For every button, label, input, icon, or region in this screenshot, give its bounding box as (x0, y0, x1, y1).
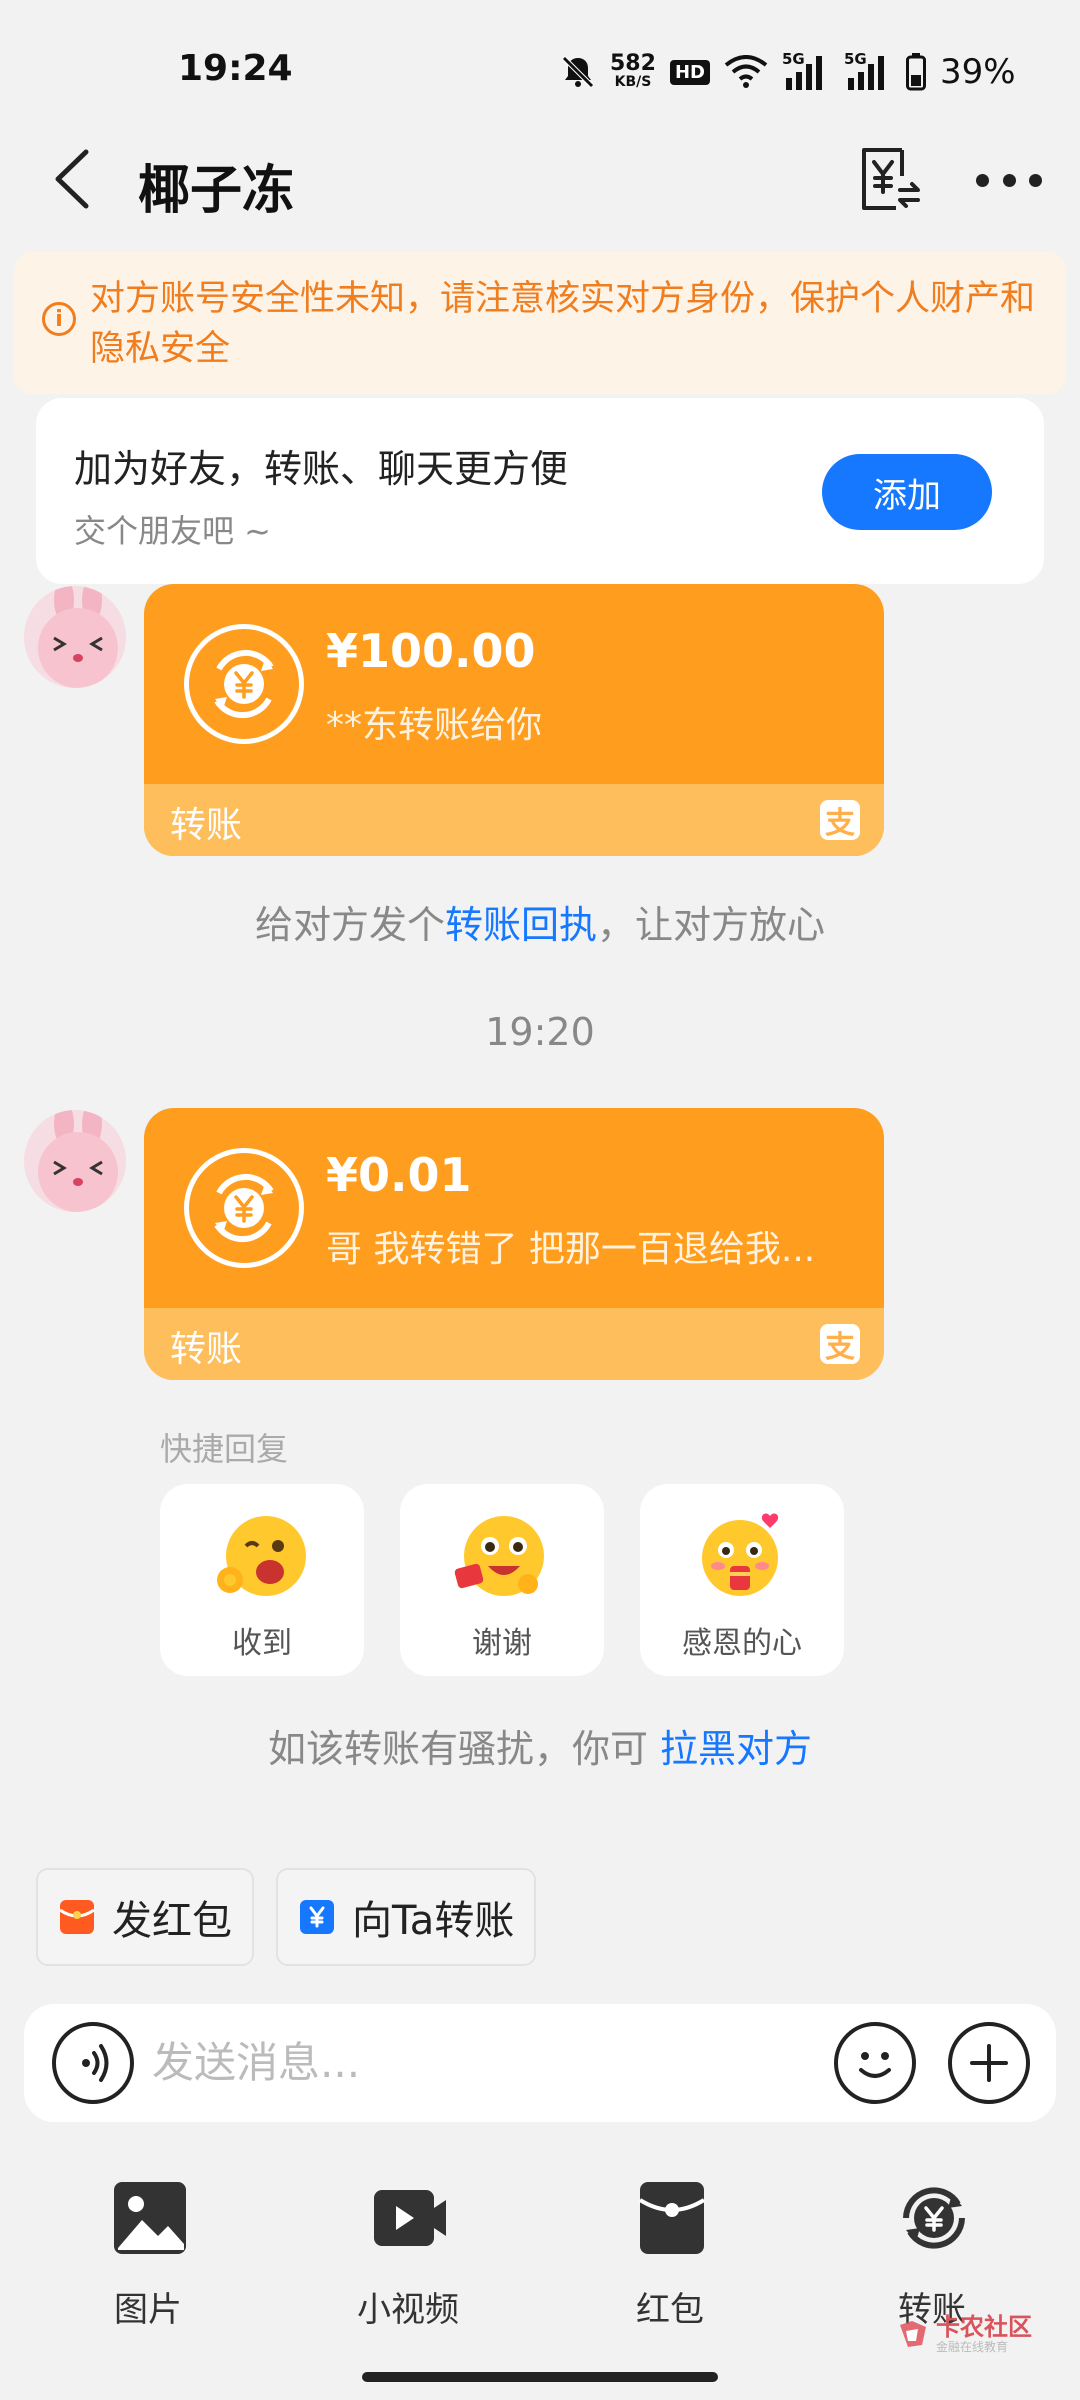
watermark-subtitle: 金融在线教育 (936, 2340, 1009, 2354)
info-icon: i (42, 302, 76, 336)
block-user-link[interactable]: 拉黑对方 (660, 1727, 812, 1771)
quick-reply-grateful[interactable]: 感恩的心 (640, 1484, 844, 1676)
back-button[interactable] (48, 146, 98, 212)
community-watermark: 卡农社区 金融在线教育 (896, 2306, 1076, 2362)
chevron-left-icon (55, 149, 89, 209)
transfer-note: 哥 我转错了 把那一百退给我... (326, 1229, 816, 1270)
quick-reply-thanks[interactable]: 谢谢 (400, 1484, 604, 1676)
block-tip-text: 如该转账有骚扰，你可 (267, 1727, 661, 1771)
signal-1-label: 5G (781, 50, 805, 68)
grateful-emoji-icon (702, 1513, 779, 1596)
more-dot-icon (1002, 173, 1016, 187)
red-packet-icon (638, 2182, 706, 2254)
receipt-tip: 给对方发个转账回执，让对方放心 (0, 894, 1080, 949)
transfer-icon (903, 2187, 965, 2249)
bunny-avatar-icon (24, 1110, 126, 1212)
watermark-title: 卡农社区 (936, 2313, 1032, 2341)
image-icon (114, 2182, 186, 2254)
receipt-link[interactable]: 转账回执 (445, 903, 597, 947)
smiley-icon (859, 2052, 891, 2078)
quick-reply-label: 谢谢 (472, 1626, 532, 1661)
video-icon (374, 2190, 446, 2246)
transfer-coin-icon (184, 1148, 304, 1268)
receipt-tip-text: 给对方发个 (254, 903, 445, 947)
tool-label: 红包 (636, 2290, 704, 2330)
chip-label: 向Ta转账 (352, 1898, 515, 1944)
yuan-transfer-icon (862, 148, 920, 210)
chip-label: 发红包 (112, 1898, 232, 1944)
mute-icon (560, 54, 596, 90)
transfer-message-bubble[interactable]: ¥100.00 **东转账给你 转账 支 (144, 584, 884, 856)
send-red-packet-chip[interactable]: 发红包 (36, 1868, 254, 1966)
transfer-label: 转账 (170, 1329, 243, 1370)
signal-icon-2: 5G (843, 50, 892, 92)
quick-reply-label: 感恩的心 (682, 1626, 802, 1661)
page-title: 椰子冻 (138, 161, 295, 221)
red-packet-icon (59, 1900, 95, 1934)
transfer-to-user-chip[interactable]: 向Ta转账 (276, 1868, 537, 1966)
net-speed-unit: KB/S (614, 74, 652, 90)
add-friend-subtitle: 交个朋友吧 ~ (74, 512, 271, 550)
transfer-message-bubble[interactable]: ¥0.01 哥 我转错了 把那一百退给我... 转账 支 (144, 1108, 884, 1380)
tool-short-video[interactable]: 小视频 (318, 2180, 498, 2340)
more-dot-icon (976, 173, 989, 187)
kanong-logo-icon (900, 2321, 926, 2347)
receipt-tip-text-end: ，让对方放心 (597, 903, 826, 947)
transfer-amount: ¥100.00 (326, 624, 536, 678)
status-time: 19:24 (178, 48, 293, 89)
transfer-record-button[interactable] (856, 146, 922, 212)
signal-icon-1: 5G (781, 50, 830, 92)
transfer-coin-icon (184, 624, 304, 744)
transfer-note: **东转账给你 (326, 705, 543, 746)
hd-label: HD (674, 61, 705, 83)
voice-icon (82, 2044, 109, 2082)
battery-icon (905, 53, 926, 91)
quick-reply-title: 快捷回复 (160, 1430, 289, 1468)
add-friend-button[interactable]: 添加 (822, 454, 992, 530)
block-tip: 如该转账有骚扰，你可 拉黑对方 (0, 1718, 1080, 1773)
transfer-amount: ¥0.01 (326, 1148, 472, 1202)
battery-level: 39% (939, 52, 1016, 92)
tool-red-packet[interactable]: 红包 (580, 2180, 760, 2340)
signal-2-label: 5G (843, 50, 867, 68)
add-friend-title: 加为好友，转账、聊天更方便 (74, 447, 569, 491)
security-warning-banner: i 对方账号安全性未知，请注意核实对方身份，保护个人财产和隐私安全 (14, 252, 1066, 394)
alipay-logo-icon: 支 (820, 1324, 860, 1365)
tool-image[interactable]: 图片 (58, 2180, 238, 2340)
emoji-button[interactable] (834, 2022, 916, 2104)
transfer-yuan-icon (300, 1900, 334, 1934)
message-timestamp: 19:20 (485, 1010, 595, 1054)
message-input[interactable] (152, 2032, 812, 2092)
plus-icon (970, 2044, 1008, 2082)
home-indicator[interactable] (362, 2372, 718, 2382)
net-speed-value: 582 (610, 51, 656, 76)
ok-emoji-icon (217, 1516, 306, 1596)
avatar[interactable] (24, 1110, 126, 1212)
more-actions-button[interactable] (948, 2022, 1030, 2104)
bunny-avatar-icon (24, 586, 126, 688)
tool-label: 图片 (114, 2290, 182, 2330)
quick-reply-received[interactable]: 收到 (160, 1484, 364, 1676)
net-speed: 582 KB/S (610, 51, 656, 91)
transfer-label: 转账 (170, 805, 243, 846)
thanks-emoji-icon (454, 1516, 544, 1596)
tool-label: 小视频 (357, 2290, 459, 2330)
quick-reply-label: 收到 (232, 1626, 292, 1661)
message-input-bar (24, 2004, 1056, 2122)
more-options-button[interactable] (976, 160, 1042, 200)
voice-input-button[interactable] (52, 2022, 134, 2104)
add-friend-card: 加为好友，转账、聊天更方便 交个朋友吧 ~ 添加 (36, 398, 1044, 584)
more-dot-icon (1029, 173, 1042, 187)
status-icons: 582 KB/S HD 5G 5G 39% (560, 48, 1016, 96)
alipay-logo-icon: 支 (820, 800, 860, 841)
wifi-icon (724, 55, 768, 89)
avatar[interactable] (24, 586, 126, 688)
security-warning-text: 对方账号安全性未知，请注意核实对方身份，保护个人财产和隐私安全 (90, 279, 1036, 369)
hd-icon: HD (669, 59, 710, 85)
